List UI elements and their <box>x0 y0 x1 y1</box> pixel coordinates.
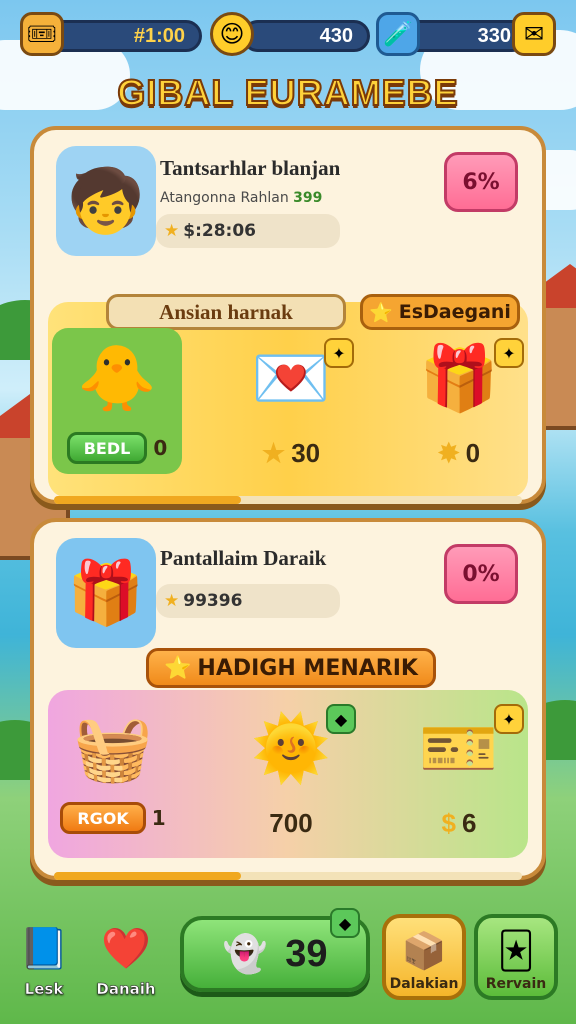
treasure-box-icon: 🎁 <box>419 341 499 416</box>
reward-4-value: 1 <box>151 806 166 830</box>
nav-tile-dalakian-label: Dalakian <box>389 976 459 992</box>
energy-value: 330 <box>477 24 511 47</box>
coins-value: #1:00 <box>133 24 185 47</box>
card2-ribbon: ⭐ HADIGH MENARIK <box>146 648 436 688</box>
nav-item-lesk[interactable]: 📘 Lesk <box>14 918 74 999</box>
card1-score: ★ $:28:06 <box>156 214 340 248</box>
reward-6-value: 6 <box>462 808 477 838</box>
sparkle-icon: $ <box>441 808 456 838</box>
coin-icon: 😊 <box>210 12 254 56</box>
card1-ribbon-right-label: EsDaegani <box>398 301 511 323</box>
ticket-icon[interactable]: 🎟 <box>20 12 64 56</box>
gems-counter: 430 <box>242 20 370 52</box>
reward-card-1: 🧒 Tantsarhlar blanjan Atangonna Rahlan 3… <box>30 126 546 504</box>
open-button[interactable]: RGOK <box>60 802 146 834</box>
card2-score: ★ 99396 <box>156 584 340 618</box>
gift-box-icon: 📦 <box>401 931 447 972</box>
card1-subtitle-count: 399 <box>293 190 323 206</box>
nav-lesk-label: Lesk <box>24 980 64 999</box>
card2-reward-panel: 🧺 RGOK 1 🌞 700 ◆ 🎫 $6 ✦ <box>48 690 528 858</box>
heart-icon: ❤️ <box>101 925 151 972</box>
card1-ribbon-right: ⭐ EsDaegani <box>360 294 520 330</box>
reward-card-2: 🎁 Pantallaim Daraik ★ 99396 0% ⭐ HADIGH … <box>30 518 546 880</box>
basket-chest-icon: 🧺 <box>73 711 153 786</box>
card1-score-value: $:28:06 <box>183 221 256 241</box>
card2-ribbon-label: HADIGH MENARIK <box>197 655 418 681</box>
reward-5-value: 700 <box>269 808 313 838</box>
card2-title: Pantallaim Daraik <box>160 546 327 570</box>
reward-3-value: 0 <box>465 438 481 468</box>
card1-subtitle-text: Atangonna Rahlan <box>160 190 289 206</box>
card1-percent-badge[interactable]: 6% <box>444 152 518 212</box>
sparkle-badge-icon: ✦ <box>494 338 524 368</box>
star-badge-icon: ⭐ <box>369 301 393 324</box>
potion-icon: 🧪 <box>376 12 420 56</box>
star-icon: ★ <box>164 221 180 241</box>
nav-item-heart[interactable]: ❤️ Danaih <box>96 918 156 999</box>
card1-title: Tantsarhlar blanjan <box>160 156 341 180</box>
sparkle-badge-icon: ✦ <box>324 338 354 368</box>
center-counter-value: 39 <box>285 932 328 975</box>
card2-percent-badge[interactable]: 0% <box>444 544 518 604</box>
gem-badge-icon: ◆ <box>326 704 356 734</box>
card1-ribbon-left: Ansian harnak <box>106 294 346 330</box>
reward-slot-1[interactable]: 🐥 BEDL 0 <box>52 328 182 474</box>
sparkle-icon: ✸ <box>437 438 460 468</box>
top-resource-bar: #1:00 🎟 430 😊 330 🧪 ✉ <box>10 12 566 58</box>
card2-progress-fill <box>54 872 242 880</box>
ticket-icon: 🎫 <box>419 711 499 786</box>
nav-heart-label: Danaih <box>96 980 156 999</box>
reward-2-value: 30 <box>291 438 321 468</box>
card2-score-value: 99396 <box>183 591 243 611</box>
sun-badge-icon: 🌞 <box>251 711 331 786</box>
card-icon: 📘 <box>19 925 69 972</box>
gem-badge-icon: ◆ <box>330 908 360 938</box>
reward-1-value: 0 <box>153 436 168 460</box>
nav-tile-rervain[interactable]: 🃏 Rervain <box>474 914 558 1000</box>
gift-envelope-icon: 💌 <box>251 341 331 416</box>
page-title: GIBAL EURAMEBE <box>116 71 459 114</box>
character-avatar: 🧒 <box>56 146 156 256</box>
claim-button[interactable]: BEDL <box>66 432 148 464</box>
card2-progress-bar <box>54 872 522 880</box>
reward-slot-4[interactable]: 🧺 RGOK 1 <box>48 698 178 858</box>
ghost-icon: 👻 <box>222 934 268 975</box>
mail-icon[interactable]: ✉ <box>512 12 556 56</box>
sparkle-badge-icon: ✦ <box>494 704 524 734</box>
gift-box-avatar: 🎁 <box>56 538 156 648</box>
character-reward-icon: 🐥 <box>77 341 157 416</box>
nav-tile-rervain-label: Rervain <box>485 976 547 992</box>
coins-counter: #1:00 <box>42 20 202 52</box>
card1-progress-bar <box>54 496 522 504</box>
star-icon: ★ <box>164 591 180 611</box>
card1-subtitle: Atangonna Rahlan 399 <box>160 190 322 206</box>
nav-tile-dalakian[interactable]: 📦 Dalakian <box>382 914 466 1000</box>
cards-icon: 🃏 <box>497 931 535 972</box>
star-badge-icon: ⭐ <box>164 655 192 681</box>
gems-value: 430 <box>319 24 353 47</box>
star-icon: ★ <box>261 438 286 468</box>
card1-reward-panel: Ansian harnak ⭐ EsDaegani 🐥 BEDL 0 💌 ★ 30… <box>48 294 528 498</box>
card1-progress-fill <box>54 496 242 504</box>
